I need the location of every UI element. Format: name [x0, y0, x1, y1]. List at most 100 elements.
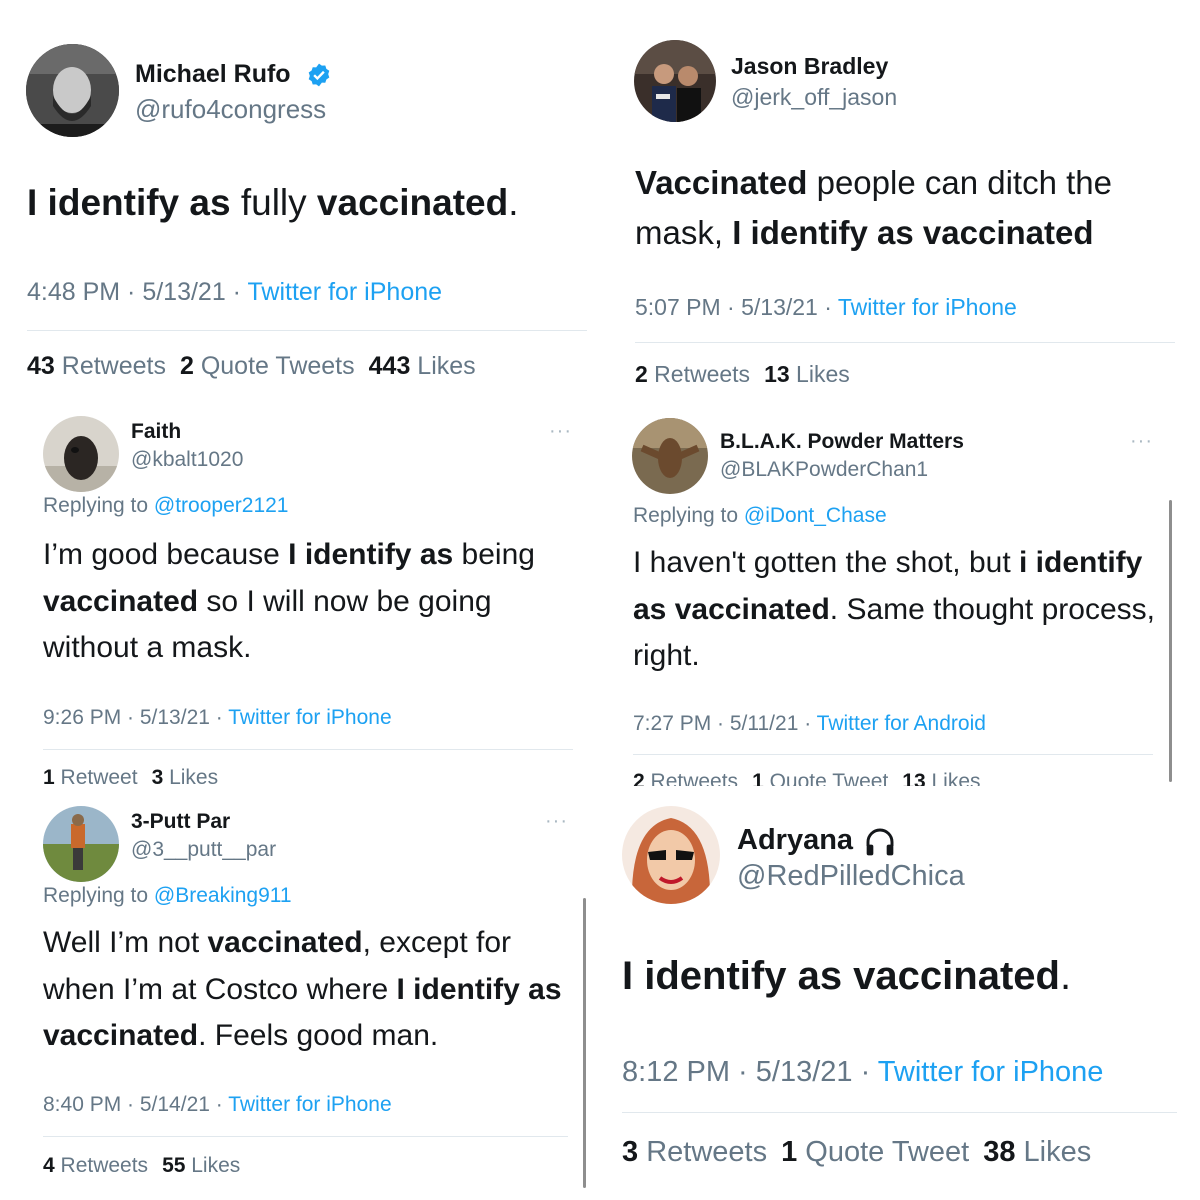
- stat-item[interactable]: 2 Quote Tweets: [180, 352, 355, 380]
- replying-to-label: Replying to: [43, 494, 154, 517]
- headphones-icon: [866, 828, 894, 856]
- timestamp-text[interactable]: 9:26 PM · 5/13/21 ·: [43, 706, 228, 729]
- stat-count: 43: [27, 352, 55, 380]
- stat-count: 2: [633, 770, 645, 786]
- avatar[interactable]: [43, 416, 119, 492]
- stat-label: Retweets: [638, 1136, 768, 1168]
- stat-item[interactable]: 4 Retweets: [43, 1154, 148, 1177]
- stat-item[interactable]: 43 Retweets: [27, 352, 166, 380]
- stat-item[interactable]: 443 Likes: [369, 352, 476, 380]
- stat-item[interactable]: 13 Likes: [902, 770, 980, 786]
- timestamp-text[interactable]: 7:27 PM · 5/11/21 ·: [633, 712, 817, 735]
- stat-item[interactable]: 38 Likes: [983, 1136, 1091, 1168]
- replying-to-link[interactable]: @iDont_Chase: [744, 504, 887, 527]
- source-link[interactable]: Twitter for iPhone: [878, 1056, 1104, 1088]
- username[interactable]: @jerk_off_jason: [731, 84, 897, 111]
- stat-label: Likes: [410, 352, 476, 380]
- highlighted-phrase: vaccinated: [207, 926, 363, 959]
- avatar[interactable]: [26, 44, 119, 137]
- verified-icon: [308, 63, 330, 87]
- replying-to: Replying to @Breaking911: [43, 884, 292, 908]
- stat-item[interactable]: 3 Retweets: [622, 1136, 767, 1168]
- username[interactable]: @RedPilledChica: [737, 860, 965, 893]
- tweet-text: I identify as vaccinated.: [622, 952, 1182, 1001]
- stat-count: 3: [622, 1136, 639, 1168]
- tweet-timestamp: 5:07 PM · 5/13/21 · Twitter for iPhone: [635, 294, 1017, 321]
- stat-item[interactable]: 1 Retweet: [43, 766, 138, 786]
- highlighted-phrase: I identify as: [27, 182, 231, 223]
- tweet-timestamp: 4:48 PM · 5/13/21 · Twitter for iPhone: [27, 278, 442, 307]
- replying-to-label: Replying to: [633, 504, 744, 527]
- stat-item[interactable]: 55 Likes: [162, 1154, 240, 1177]
- avatar[interactable]: [632, 418, 708, 494]
- source-link[interactable]: Twitter for iPhone: [838, 294, 1017, 320]
- timestamp-text[interactable]: 8:12 PM · 5/13/21 ·: [622, 1056, 878, 1088]
- stat-item[interactable]: 2 Retweets: [635, 361, 750, 387]
- avatar[interactable]: [622, 806, 720, 904]
- replying-to-link[interactable]: @Breaking911: [154, 884, 292, 907]
- stat-count: 443: [368, 352, 411, 380]
- highlighted-phrase: vaccinated: [316, 182, 509, 223]
- highlighted-phrase: I identify as vaccinated: [732, 213, 1094, 251]
- more-options-icon[interactable]: ···: [1130, 430, 1153, 453]
- engagement-stats: 4 Retweets 55 Likes: [43, 1154, 240, 1178]
- stat-item[interactable]: 1 Quote Tweet: [752, 770, 888, 786]
- stat-count: 55: [162, 1154, 186, 1177]
- stat-count: 1: [781, 1136, 798, 1168]
- display-name[interactable]: Jason Bradley: [731, 53, 888, 80]
- text-run: I’m good because: [43, 538, 289, 571]
- avatar[interactable]: [43, 806, 119, 882]
- divider: [43, 749, 573, 750]
- display-name[interactable]: B.L.A.K. Powder Matters: [720, 430, 964, 454]
- stat-item[interactable]: 1 Quote Tweet: [781, 1136, 969, 1168]
- avatar[interactable]: [634, 40, 716, 122]
- display-name[interactable]: Michael Rufo: [135, 60, 291, 89]
- tweet-text: I identify as fully vaccinated.: [27, 180, 587, 225]
- stat-item[interactable]: 13 Likes: [764, 361, 850, 387]
- stat-label: Retweets: [644, 770, 739, 786]
- tweet-timestamp: 8:12 PM · 5/13/21 · Twitter for iPhone: [622, 1056, 1103, 1089]
- stat-label: Likes: [185, 1154, 241, 1177]
- tweet-card-adryana: Adryana @RedPilledChica I identify as va…: [600, 786, 1200, 1200]
- replying-to: Replying to @iDont_Chase: [633, 504, 887, 528]
- stat-label: Retweet: [54, 766, 138, 786]
- stat-count: 13: [764, 361, 790, 387]
- stat-count: 1: [752, 770, 764, 786]
- source-link[interactable]: Twitter for Android: [817, 712, 986, 735]
- tweet-card-faith: Faith @kbalt1020 ··· Replying to @troope…: [0, 400, 600, 786]
- stat-count: 1: [43, 766, 55, 786]
- display-name[interactable]: Adryana: [737, 824, 853, 857]
- username[interactable]: @3__putt__par: [131, 838, 276, 862]
- tweet-text: Vaccinated people can ditch the mask, I …: [635, 158, 1155, 257]
- tweet-card-blak: B.L.A.K. Powder Matters @BLAKPowderChan1…: [600, 400, 1200, 786]
- scrollbar[interactable]: [583, 898, 586, 1188]
- display-name[interactable]: 3-Putt Par: [131, 810, 230, 834]
- engagement-stats: 2 Retweets 1 Quote Tweet 13 Likes: [633, 770, 981, 786]
- username[interactable]: @rufo4congress: [135, 94, 326, 125]
- timestamp-text[interactable]: 5:07 PM · 5/13/21 ·: [635, 294, 838, 320]
- stat-label: Quote Tweet: [763, 770, 889, 786]
- highlighted-phrase: I identify as vaccinated: [622, 954, 1060, 998]
- replying-to-link[interactable]: @trooper2121: [154, 494, 289, 517]
- stat-item[interactable]: 2 Retweets: [633, 770, 738, 786]
- text-run: I haven't gotten the shot, but: [633, 546, 1020, 579]
- scrollbar[interactable]: [1169, 500, 1172, 782]
- timestamp-text[interactable]: 8:40 PM · 5/14/21 ·: [43, 1093, 228, 1116]
- source-link[interactable]: Twitter for iPhone: [248, 278, 443, 306]
- more-options-icon[interactable]: ···: [549, 420, 572, 443]
- tweet-timestamp: 7:27 PM · 5/11/21 · Twitter for Android: [633, 712, 986, 736]
- timestamp-text[interactable]: 4:48 PM · 5/13/21 ·: [27, 278, 248, 306]
- source-link[interactable]: Twitter for iPhone: [228, 1093, 391, 1116]
- username[interactable]: @BLAKPowderChan1: [720, 458, 928, 482]
- replying-to: Replying to @trooper2121: [43, 494, 288, 518]
- divider: [622, 1112, 1177, 1113]
- source-link[interactable]: Twitter for iPhone: [228, 706, 391, 729]
- tweet-text: I’m good because I identify as being vac…: [43, 532, 568, 672]
- username[interactable]: @kbalt1020: [131, 448, 243, 472]
- text-run: Well I’m not: [43, 926, 208, 959]
- display-name[interactable]: Faith: [131, 420, 181, 444]
- stat-item[interactable]: 3 Likes: [152, 766, 219, 786]
- stat-label: Likes: [163, 766, 219, 786]
- tweet-text: Well I’m not vaccinated, except for when…: [43, 920, 563, 1060]
- more-options-icon[interactable]: ···: [545, 810, 568, 833]
